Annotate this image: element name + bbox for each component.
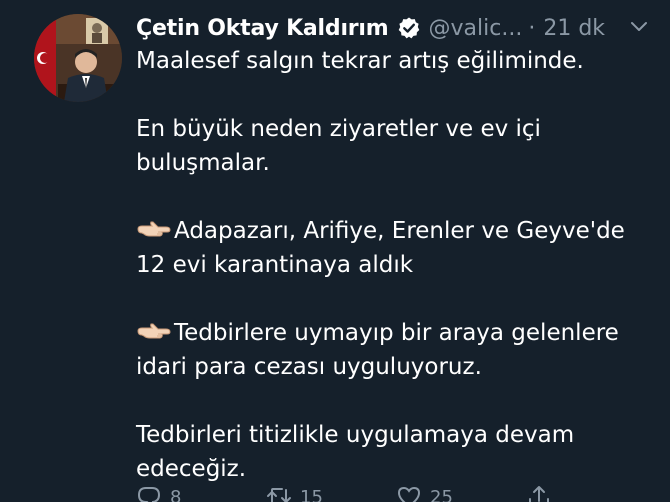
tweet-line: Adapazarı, Arifiye, Erenler ve Geyve'de	[174, 218, 625, 244]
tweet-line: En büyük neden ziyaretler ve ev içi	[136, 116, 541, 142]
retweet-count: 15	[300, 486, 323, 502]
tweet-paragraph: Tedbirlere uymayıp bir araya gelenlere i…	[136, 316, 656, 384]
reply-count: 8	[170, 486, 182, 502]
share-icon	[529, 486, 549, 502]
chevron-down-icon[interactable]	[628, 16, 650, 38]
tweet-line: buluşmalar.	[136, 150, 270, 176]
reply-icon	[137, 487, 161, 502]
tweet-line: Tedbirleri titizlikle uygulamaya devam	[136, 422, 575, 448]
tweet-line: idari para cezası uyguluyoruz.	[136, 354, 482, 380]
like-button[interactable]: 25	[396, 482, 526, 502]
heart-icon	[397, 486, 421, 502]
verified-badge-icon	[397, 16, 421, 40]
pointing-hand-icon	[136, 217, 172, 239]
retweet-button[interactable]: 15	[266, 482, 396, 502]
separator-dot: ·	[528, 15, 536, 41]
author-name[interactable]: Çetin Oktay Kaldırım	[136, 16, 389, 41]
author-handle[interactable]: @valic...	[429, 16, 523, 41]
tweet-text: Maalesef salgın tekrar artış eğiliminde.…	[136, 44, 656, 486]
tweet-line: Tedbirlere uymayıp bir araya gelenlere	[174, 320, 619, 346]
tweet-actions: 8 15 25	[136, 482, 656, 502]
reply-button[interactable]: 8	[136, 482, 266, 502]
tweet-line: edeceğiz.	[136, 456, 247, 482]
retweet-icon	[267, 488, 291, 502]
pointing-hand-icon	[136, 319, 172, 341]
like-count: 25	[430, 486, 453, 502]
tweet-line: Maalesef salgın tekrar artış eğiliminde.	[136, 48, 584, 74]
timestamp[interactable]: 21 dk	[543, 16, 605, 41]
avatar-image	[34, 14, 122, 102]
tweet-paragraph: Tedbirleri titizlikle uygulamaya devam e…	[136, 418, 656, 486]
tweet-line: 12 evi karantinaya aldık	[136, 252, 414, 278]
tweet-header: Çetin Oktay Kaldırım @valic... · 21 dk	[136, 8, 650, 48]
tweet[interactable]: Çetin Oktay Kaldırım @valic... · 21 dk M…	[0, 0, 670, 502]
avatar[interactable]	[34, 14, 122, 102]
tweet-paragraph: Adapazarı, Arifiye, Erenler ve Geyve'de …	[136, 214, 656, 282]
tweet-paragraph: En büyük neden ziyaretler ve ev içi bulu…	[136, 112, 656, 180]
tweet-paragraph: Maalesef salgın tekrar artış eğiliminde.	[136, 44, 656, 78]
share-button[interactable]	[526, 482, 656, 502]
